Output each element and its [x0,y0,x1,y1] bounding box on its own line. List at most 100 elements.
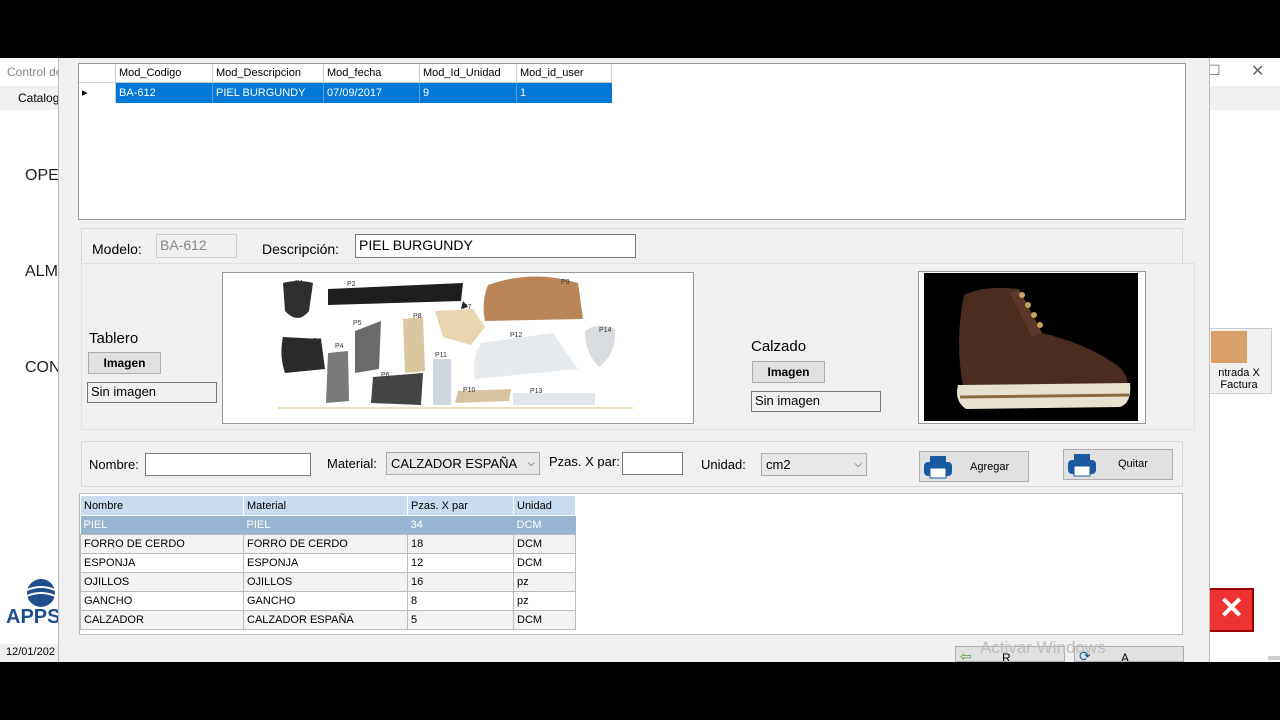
menu-catalogos[interactable]: Catalog [18,91,59,105]
side-button-consultas[interactable]: CON [25,359,61,377]
table-row[interactable]: GANCHO GANCHO 8 pz [80,591,576,611]
cell-material[interactable]: FORRO DE CERDO [243,534,408,554]
piece-label: P12 [510,332,523,339]
piece-label: P14 [599,327,612,334]
side-button-almacen[interactable]: ALM [25,263,58,281]
piece-label: P1 [295,280,304,287]
chevron-down-icon: ⌵ [854,459,862,470]
tablero-imagen-button[interactable]: Imagen [88,352,161,374]
actualizar-label: A [1121,651,1130,662]
cell-material[interactable]: ESPONJA [243,553,408,573]
piece-label: P10 [463,387,476,394]
table-row[interactable]: CALZADOR CALZADOR ESPAÑA 5 DCM [80,610,576,630]
material-combo[interactable]: CALZADOR ESPAÑA ⌵ [386,452,540,475]
cell-unidad[interactable]: DCM [513,553,576,573]
unidad-combo[interactable]: cm2 ⌵ [761,453,867,476]
entrada-factura-button[interactable]: ntrada X Factura [1208,328,1272,394]
status-bar: 12/01/202 [0,644,58,662]
cell-user[interactable]: 1 [517,82,612,103]
modelos-grid[interactable]: Mod_Codigo Mod_Descripcion Mod_fecha Mod… [78,63,1186,220]
col-pzas[interactable]: Pzas. X par [407,495,514,516]
agregar-label: Agregar [970,461,1010,473]
close-x-icon: ✕ [1219,592,1245,625]
close-icon[interactable]: ✕ [1251,61,1264,81]
logo-text: APPS [6,606,61,628]
piece-label: P7 [463,304,472,311]
cell-material[interactable]: GANCHO [243,591,408,611]
cell-unidad[interactable]: 9 [419,82,517,103]
cell-unidad[interactable]: pz [513,572,576,592]
invoice-icon [1211,331,1247,363]
quitar-button[interactable]: Quitar [1063,449,1173,480]
piece-label: P5 [353,320,362,327]
calzado-imagen-button[interactable]: Imagen [752,361,825,383]
col-unidad[interactable]: Unidad [513,495,576,516]
cell-nombre[interactable]: FORRO DE CERDO [80,534,244,554]
cell-fecha[interactable]: 07/09/2017 [323,82,420,103]
calzado-status: Sin imagen [751,391,881,412]
side-button-operaciones[interactable]: OPE [25,167,59,185]
descripcion-field[interactable]: PIEL BURGUNDY [355,234,636,258]
nombre-input[interactable] [145,453,311,476]
cell-nombre[interactable]: OJILLOS [80,572,244,592]
cell-pzas[interactable]: 18 [407,534,514,554]
cell-pzas[interactable]: 8 [407,591,514,611]
cell-unidad[interactable]: DCM [513,534,576,554]
col-mod-codigo[interactable]: Mod_Codigo [115,64,213,82]
row-pointer-icon: ▸ [79,82,116,103]
cell-material[interactable]: CALZADOR ESPAÑA [243,610,408,630]
cell-pzas[interactable]: 16 [407,572,514,592]
status-date: 12/01/202 [6,646,55,658]
materiales-grid[interactable]: Nombre Material Pzas. X par Unidad PIEL … [79,493,1183,635]
col-mod-fecha[interactable]: Mod_fecha [323,64,420,82]
activation-watermark: Activar Windows [980,638,1106,657]
table-row[interactable]: ▸ BA-612 PIEL BURGUNDY 07/09/2017 9 1 [79,82,612,103]
col-nombre[interactable]: Nombre [80,495,244,516]
agregar-button[interactable]: Agregar [919,451,1029,482]
piece-label: P11 [435,352,447,359]
col-material[interactable]: Material [243,495,408,516]
table-row[interactable]: OJILLOS OJILLOS 16 pz [80,572,576,592]
cell-nombre[interactable]: CALZADOR [80,610,244,630]
cell-descripcion[interactable]: PIEL BURGUNDY [212,82,324,103]
tablero-label: Tablero [89,330,139,347]
cell-nombre[interactable]: PIEL [81,516,244,535]
cell-material[interactable]: PIEL [244,516,408,535]
unidad-label: Unidad: [701,457,746,472]
tablero-image: P1 P2 P3 P4 P5 P6 P7 P8 P9 P10 P11 P12 P… [222,272,694,424]
col-mod-descripcion[interactable]: Mod_Descripcion [212,64,324,82]
cell-pzas[interactable]: 12 [407,553,514,573]
chevron-down-icon: ⌵ [527,458,535,469]
cell-pzas[interactable]: 34 [408,516,514,535]
cell-unidad[interactable]: pz [513,591,576,611]
back-arrow-icon: ⇦ [960,648,972,662]
piece-label: P4 [335,343,344,350]
piece-label: P3 [313,338,322,345]
quitar-label: Quitar [1118,458,1148,470]
modelo-field[interactable]: BA-612 [156,234,237,258]
table-row[interactable]: PIEL PIEL 34 DCM [80,515,576,535]
cell-nombre[interactable]: GANCHO [80,591,244,611]
cell-codigo[interactable]: BA-612 [115,82,213,103]
row-header-corner [79,64,116,82]
cell-nombre[interactable]: ESPONJA [80,553,244,573]
piece-label: P13 [530,388,543,395]
tablero-status: Sin imagen [87,382,217,403]
pzas-label: Pzas. X par: [549,454,620,469]
descripcion-label: Descripción: [262,241,340,257]
pzas-input[interactable] [622,452,683,475]
cell-unidad[interactable]: DCM [513,610,576,630]
cell-unidad[interactable]: DCM [514,516,576,535]
material-combo-value: CALZADOR ESPAÑA [391,456,518,471]
table-row[interactable]: FORRO DE CERDO FORRO DE CERDO 18 DCM [80,534,576,554]
cell-material[interactable]: OJILLOS [243,572,408,592]
piece-label: P6 [381,372,390,379]
boot-photo [924,273,1138,421]
cell-pzas[interactable]: 5 [407,610,514,630]
exit-button[interactable]: ✕ [1208,588,1254,632]
entrada-factura-label: ntrada X Factura [1218,367,1260,391]
col-mod-id-user[interactable]: Mod_id_user [516,64,612,82]
material-label: Material: [327,456,377,471]
col-mod-id-unidad[interactable]: Mod_Id_Unidad [419,64,517,82]
table-row[interactable]: ESPONJA ESPONJA 12 DCM [80,553,576,573]
